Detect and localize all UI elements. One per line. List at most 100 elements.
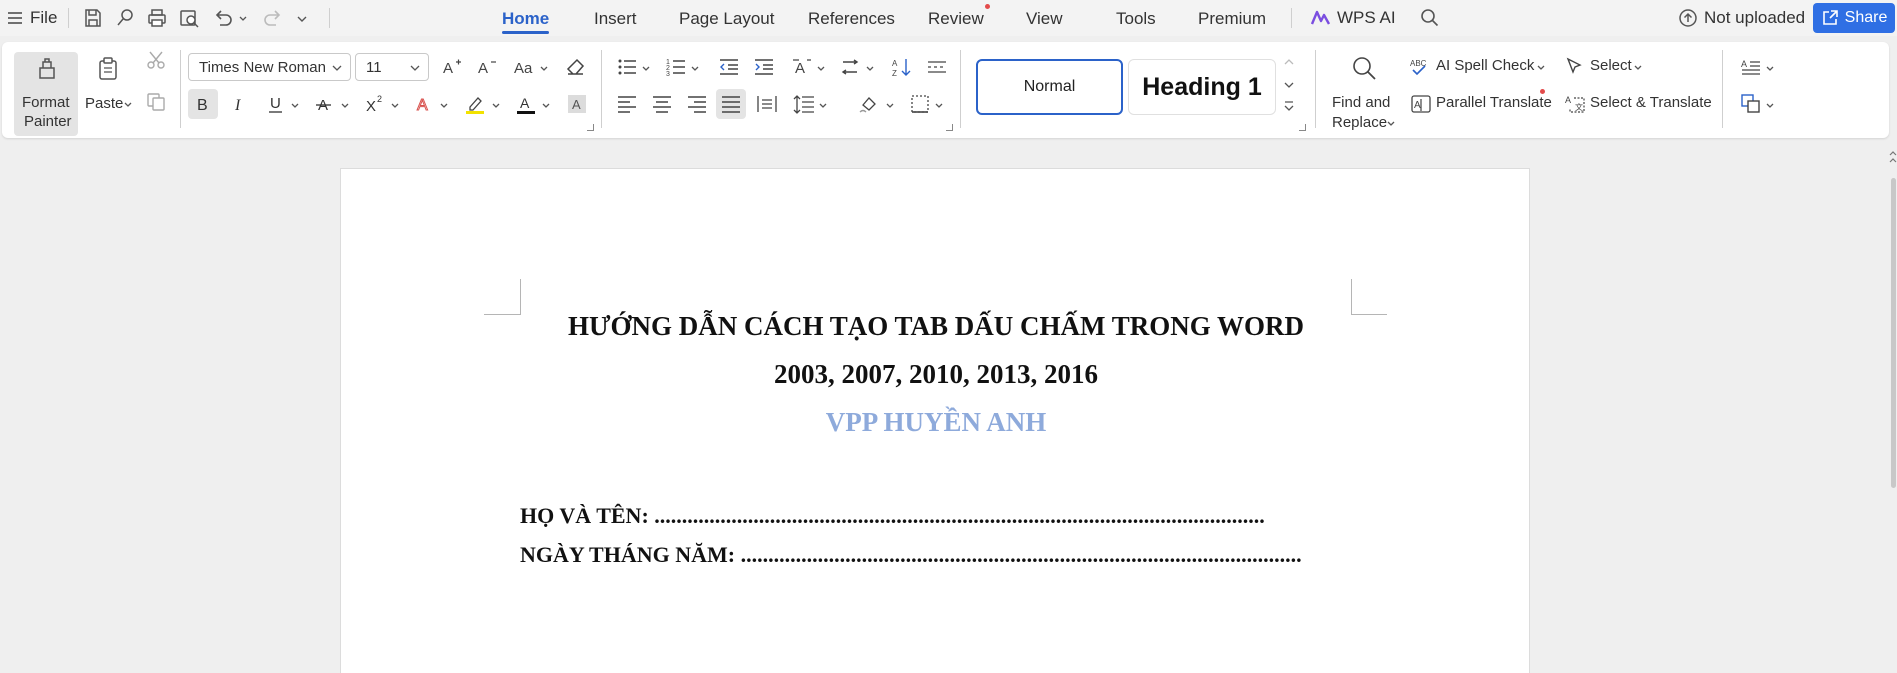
tab-references[interactable]: References — [808, 0, 895, 36]
show-marks-icon[interactable] — [926, 56, 948, 78]
text-direction-icon[interactable]: A — [791, 56, 813, 78]
paste-dropdown-icon[interactable] — [124, 101, 132, 109]
paragraph-dialog-launcher[interactable] — [946, 124, 953, 131]
line-spacing-icon[interactable] — [793, 93, 815, 115]
tab-premium[interactable]: Premium — [1198, 0, 1266, 36]
styles-scroll-down-icon[interactable] — [1283, 79, 1295, 91]
strikethrough-icon[interactable]: A — [313, 93, 335, 115]
document-page[interactable]: HƯỚNG DẪN CÁCH TẠO TAB DẤU CHẤM TRONG WO… — [340, 168, 1530, 673]
paste-icon[interactable] — [95, 56, 121, 82]
character-shading-icon[interactable]: A — [566, 93, 588, 115]
select-translate-icon[interactable]: A文 — [1564, 93, 1586, 115]
superscript-icon[interactable]: X2 — [365, 93, 387, 115]
styles-dialog-launcher[interactable] — [1299, 124, 1306, 131]
borders-icon[interactable] — [909, 93, 931, 115]
select-cursor-icon[interactable] — [1564, 56, 1586, 78]
select-label[interactable]: Select — [1590, 57, 1632, 74]
find-replace-label-1[interactable]: Find and — [1332, 94, 1390, 111]
change-case-dropdown-icon[interactable] — [540, 65, 548, 73]
line-spacing-dropdown-icon[interactable] — [819, 102, 827, 110]
bullets-dropdown-icon[interactable] — [642, 65, 650, 73]
line-wrap-icon[interactable] — [840, 56, 862, 78]
font-color-dropdown-icon[interactable] — [542, 102, 550, 110]
strikethrough-dropdown-icon[interactable] — [341, 102, 349, 110]
style-normal[interactable]: Normal — [976, 59, 1123, 115]
font-color-icon[interactable]: A — [515, 93, 537, 115]
wps-ai-button[interactable]: WPS AI — [1311, 0, 1396, 36]
align-right-icon[interactable] — [686, 93, 708, 115]
ai-spell-check-dropdown-icon[interactable] — [1537, 64, 1545, 72]
save-icon[interactable] — [82, 7, 104, 29]
parallel-translate-icon[interactable]: A — [1410, 93, 1432, 115]
svg-text:A: A — [572, 97, 581, 112]
ai-spell-check-icon[interactable]: ABC — [1410, 56, 1432, 78]
styles-scroll-up-icon[interactable] — [1283, 56, 1295, 68]
tab-view[interactable]: View — [1026, 0, 1063, 36]
tab-page-layout[interactable]: Page Layout — [679, 0, 774, 36]
text-direction-dropdown-icon[interactable] — [817, 65, 825, 73]
text-effect-dropdown-icon[interactable] — [440, 102, 448, 110]
arrange-icon[interactable] — [1740, 93, 1762, 115]
select-dropdown-icon[interactable] — [1634, 64, 1642, 72]
borders-dropdown-icon[interactable] — [935, 102, 943, 110]
undo-dropdown-icon[interactable] — [239, 15, 247, 23]
italic-icon[interactable]: I — [228, 93, 250, 115]
text-layout-dropdown-icon[interactable] — [1766, 65, 1774, 73]
underline-dropdown-icon[interactable] — [291, 102, 299, 110]
line-wrap-dropdown-icon[interactable] — [866, 65, 874, 73]
find-replace-icon[interactable] — [1350, 54, 1378, 82]
search-icon[interactable] — [1419, 7, 1441, 29]
find-replace-dropdown-icon[interactable] — [1387, 120, 1395, 128]
tab-insert[interactable]: Insert — [594, 0, 637, 36]
print-preview-icon[interactable] — [178, 7, 200, 29]
select-translate-label[interactable]: Select & Translate — [1590, 94, 1712, 111]
cut-icon[interactable] — [145, 49, 167, 71]
increase-font-icon[interactable]: A — [441, 56, 463, 78]
highlight-dropdown-icon[interactable] — [492, 102, 500, 110]
distributed-icon[interactable] — [756, 93, 778, 115]
change-case-icon[interactable]: Aa — [513, 56, 541, 78]
style-heading-1[interactable]: Heading 1 — [1128, 59, 1276, 115]
export-icon[interactable] — [114, 7, 136, 29]
tab-home[interactable]: Home — [502, 0, 550, 36]
scrollbar-thumb[interactable] — [1891, 178, 1896, 488]
underline-icon[interactable]: U — [265, 93, 287, 115]
font-size-select[interactable]: 11 — [355, 53, 429, 81]
scroll-up-arrow-icon[interactable] — [1889, 150, 1897, 164]
sort-icon[interactable]: AZ — [891, 56, 913, 78]
highlight-icon[interactable] — [464, 93, 486, 115]
parallel-translate-label[interactable]: Parallel Translate — [1436, 94, 1552, 111]
find-replace-label-2[interactable]: Replace — [1332, 114, 1387, 131]
undo-icon[interactable] — [212, 7, 234, 29]
align-left-icon[interactable] — [616, 93, 638, 115]
shading-dropdown-icon[interactable] — [886, 102, 894, 110]
print-icon[interactable] — [146, 7, 168, 29]
font-name-select[interactable]: Times New Roman — [188, 53, 351, 81]
paste-label[interactable]: Paste — [85, 95, 123, 112]
text-effect-icon[interactable]: A — [414, 93, 436, 115]
clear-format-icon[interactable] — [565, 56, 587, 78]
copy-icon[interactable] — [145, 91, 167, 113]
numbering-icon[interactable]: 123 — [665, 56, 687, 78]
shading-icon[interactable] — [858, 93, 880, 115]
redo-icon[interactable] — [262, 7, 284, 29]
styles-more-icon[interactable] — [1283, 100, 1295, 114]
share-label: Share — [1844, 9, 1888, 26]
decrease-font-icon[interactable]: A — [476, 56, 498, 78]
decrease-indent-icon[interactable] — [718, 56, 740, 78]
share-button[interactable]: Share — [1813, 3, 1895, 33]
numbering-dropdown-icon[interactable] — [691, 65, 699, 73]
increase-indent-icon[interactable] — [753, 56, 775, 78]
align-center-icon[interactable] — [651, 93, 673, 115]
tab-tools[interactable]: Tools — [1116, 0, 1156, 36]
superscript-dropdown-icon[interactable] — [391, 102, 399, 110]
file-menu[interactable]: File — [8, 0, 57, 36]
tab-review[interactable]: Review — [928, 0, 984, 36]
upload-status[interactable]: Not uploaded — [1678, 0, 1805, 36]
font-dialog-launcher[interactable] — [587, 124, 594, 131]
text-layout-icon[interactable]: A — [1740, 56, 1762, 78]
arrange-dropdown-icon[interactable] — [1766, 102, 1774, 110]
ai-spell-check-label[interactable]: AI Spell Check — [1436, 57, 1534, 74]
bullets-icon[interactable] — [616, 56, 638, 78]
more-chevron-icon[interactable] — [297, 14, 307, 24]
